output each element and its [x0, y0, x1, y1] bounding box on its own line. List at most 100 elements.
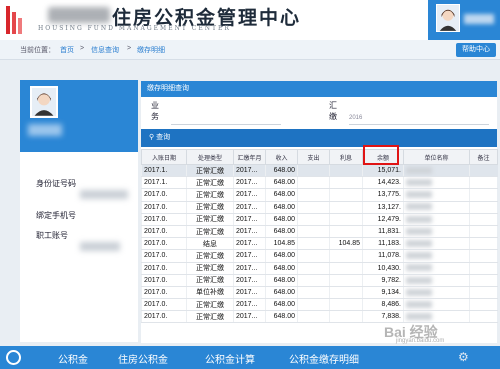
- breadcrumb-section[interactable]: 信息查询: [91, 45, 119, 55]
- business-select[interactable]: [171, 115, 281, 125]
- nav-item-deposit-detail[interactable]: 公积金缴存明细: [289, 351, 359, 366]
- redacted-employer-name: [406, 288, 432, 296]
- column-header[interactable]: 单位名称: [403, 149, 470, 165]
- table-cell: [297, 249, 330, 263]
- table-cell: [403, 286, 470, 300]
- column-header[interactable]: 收入: [265, 149, 298, 165]
- table-cell: 11,078.: [362, 249, 404, 263]
- table-row[interactable]: 2017.0. 正常汇缴 2017... 648.00 13,775.: [141, 188, 498, 202]
- column-header[interactable]: 余额: [362, 149, 404, 165]
- table-cell: 2017...: [233, 249, 266, 263]
- redacted-employer-name: [406, 240, 432, 248]
- table-row[interactable]: 2017.0. 正常汇缴 2017... 648.00 7,838.: [141, 310, 498, 324]
- header-user-panel[interactable]: [428, 0, 500, 40]
- table-cell: [469, 213, 498, 226]
- table-row[interactable]: 2017.0. 单位补缴 2017... 648.00 9,134.: [141, 286, 498, 300]
- redacted-employer-name: [406, 215, 432, 223]
- nav-item-calculator[interactable]: 公积金计算: [205, 351, 255, 366]
- column-header[interactable]: 入账日期: [141, 149, 187, 165]
- table-row[interactable]: 2017.1. 正常汇缴 2017... 648.00 15,071.: [141, 164, 498, 178]
- table-cell: 2017...: [233, 237, 266, 251]
- table-cell: [329, 310, 363, 324]
- table-row[interactable]: 2017.0. 正常汇缴 2017... 648.00 12,479.: [141, 213, 498, 226]
- table-cell: [297, 213, 330, 226]
- table-cell: 正常汇缴: [186, 201, 234, 214]
- table-cell: 正常汇缴: [186, 213, 234, 226]
- table-cell: 104.85: [329, 237, 363, 251]
- query-button[interactable]: ⚲ 查询: [149, 132, 170, 142]
- table-cell: [297, 176, 330, 190]
- redacted-employer-name: [406, 179, 432, 187]
- table-cell: [469, 201, 498, 214]
- redacted-id-number: [80, 190, 128, 199]
- table-row[interactable]: 2017.0. 正常汇缴 2017... 648.00 13,127.: [141, 201, 498, 214]
- user-sidebar: 身份证号码 绑定手机号 职工账号: [20, 80, 138, 342]
- column-header[interactable]: 支出: [297, 149, 330, 165]
- redacted-account: [80, 242, 120, 251]
- table-cell: 648.00: [265, 286, 298, 300]
- table-cell: [297, 201, 330, 214]
- column-header[interactable]: 汇缴年月: [233, 149, 266, 165]
- table-cell: [469, 274, 498, 287]
- table-cell: 正常汇缴: [186, 262, 234, 275]
- table-cell: 2017.1.: [141, 176, 187, 190]
- table-cell: 2017...: [233, 310, 266, 324]
- panel-title: 缴存明细查询: [141, 81, 497, 97]
- table-cell: 8,486.: [362, 298, 404, 312]
- breadcrumb-home[interactable]: 首页: [60, 45, 74, 55]
- table-row[interactable]: 2017.0. 正常汇缴 2017... 648.00 11,831.: [141, 225, 498, 239]
- search-circle-icon[interactable]: [6, 350, 21, 365]
- table-cell: [329, 176, 363, 190]
- site-subtitle: HOUSING FUND MANAGEMENT CENTER: [38, 25, 231, 32]
- table-row[interactable]: 2017.1. 正常汇缴 2017... 648.00 14,423.: [141, 176, 498, 190]
- table-cell: 2017.0.: [141, 262, 187, 275]
- table-cell: 11,183.: [362, 237, 404, 251]
- breadcrumb-separator: >: [127, 45, 132, 52]
- redacted-org-name: [48, 7, 110, 23]
- table-cell: 2017...: [233, 286, 266, 300]
- table-cell: 648.00: [265, 188, 298, 202]
- table-cell: 12,479.: [362, 213, 404, 226]
- table-cell: 2017...: [233, 225, 266, 239]
- deposit-detail-panel: 缴存明细查询 业 务 汇 缴 2016 ⚲ 查询 入账日期 处理类型 汇缴年月: [141, 81, 498, 343]
- column-header[interactable]: 处理类型: [186, 149, 234, 165]
- watermark-url: jingyan.baidu.com: [396, 338, 445, 344]
- table-cell: [469, 298, 498, 312]
- table-row[interactable]: 2017.0. 结息 2017... 104.85 104.85 11,183.: [141, 237, 498, 251]
- site-header: 住房公积金管理中心 HOUSING FUND MANAGEMENT CENTER: [0, 0, 500, 40]
- id-number-label: 身份证号码: [36, 179, 76, 188]
- avatar: [30, 86, 58, 118]
- table-row[interactable]: 2017.0. 正常汇缴 2017... 648.00 9,782.: [141, 274, 498, 287]
- table-row[interactable]: 2017.0. 正常汇缴 2017... 648.00 10,430.: [141, 262, 498, 275]
- nav-item-housing-fund[interactable]: 住房公积金: [118, 351, 168, 366]
- table-cell: 2017.0.: [141, 249, 187, 263]
- column-header[interactable]: 利息: [329, 149, 363, 165]
- table-cell: 2017.0.: [141, 274, 187, 287]
- table-cell: 2017...: [233, 262, 266, 275]
- nav-item-fund[interactable]: 公积金: [58, 351, 88, 366]
- table-cell: 2017...: [233, 164, 266, 178]
- table-row[interactable]: 2017.0. 正常汇缴 2017... 648.00 11,078.: [141, 249, 498, 263]
- table-cell: [469, 262, 498, 275]
- table-row[interactable]: 2017.0. 正常汇缴 2017... 648.00 8,486.: [141, 298, 498, 312]
- table-cell: [403, 298, 470, 312]
- table-cell: 2017...: [233, 176, 266, 190]
- table-cell: [297, 310, 330, 324]
- table-cell: [469, 237, 498, 251]
- table-cell: [403, 188, 470, 202]
- table-cell: [469, 188, 498, 202]
- table-cell: 648.00: [265, 164, 298, 178]
- query-toolbar: ⚲ 查询: [141, 129, 497, 147]
- column-header[interactable]: 备注: [469, 149, 498, 165]
- gear-icon[interactable]: ⚙: [458, 350, 469, 364]
- table-cell: 2017.1.: [141, 164, 187, 178]
- redacted-employer-name: [406, 166, 432, 174]
- table-cell: [297, 298, 330, 312]
- table-cell: 13,127.: [362, 201, 404, 214]
- table-cell: [403, 237, 470, 251]
- table-cell: 结息: [186, 237, 234, 251]
- table-cell: [329, 164, 363, 178]
- table-cell: [329, 274, 363, 287]
- help-center-button[interactable]: 帮助中心: [456, 43, 496, 57]
- year-select[interactable]: 2016: [349, 115, 489, 125]
